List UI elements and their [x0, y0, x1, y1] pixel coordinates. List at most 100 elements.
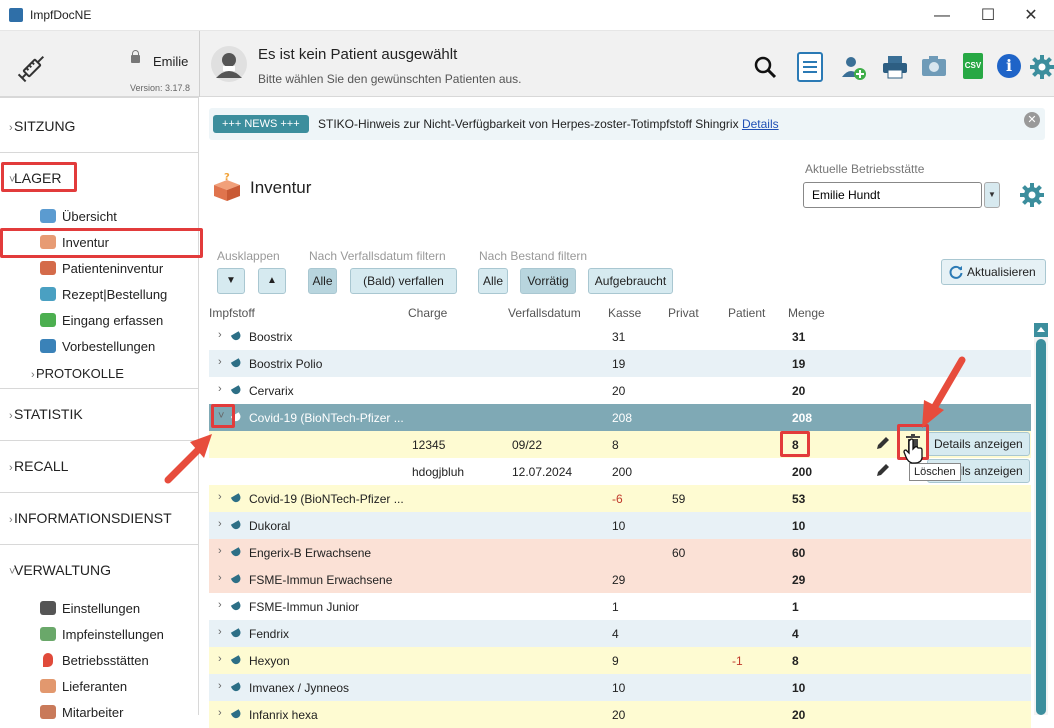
document-icon[interactable] — [797, 52, 823, 82]
column-menge[interactable]: Menge — [788, 306, 825, 320]
scroll-up-icon[interactable] — [1034, 323, 1048, 337]
column-impfstoff[interactable]: Impfstoff — [209, 306, 255, 320]
sidebar-item-mitarbeiter[interactable]: Mitarbeiter — [40, 704, 123, 722]
printer-icon[interactable] — [882, 55, 908, 79]
sidebar-section-protokolle[interactable]: ›PROTOKOLLE — [22, 366, 221, 381]
sidebar-item-rezept-bestellung[interactable]: Rezept|Bestellung — [40, 286, 167, 304]
expand-chevron-icon[interactable]: › — [218, 680, 222, 692]
scrollbar-thumb[interactable] — [1036, 339, 1046, 715]
menge-cell: 200 — [792, 465, 813, 479]
table-row[interactable]: › FSME-Immun Junior 1 1 — [209, 593, 1031, 620]
csv-icon[interactable]: CSV — [963, 53, 983, 79]
news-close-icon[interactable]: ✕ — [1024, 112, 1040, 128]
expand-chevron-icon[interactable]: › — [218, 572, 222, 584]
chevron-up-icon: ▲ — [267, 275, 277, 286]
sidebar-item-einstellungen[interactable]: Einstellungen — [40, 600, 140, 618]
sidebar-item-vorbestellungen[interactable]: Vorbestellungen — [40, 338, 155, 356]
bestand-vorraetig-button[interactable]: Vorrätig — [520, 268, 576, 294]
expand-chevron-icon[interactable]: › — [218, 545, 222, 557]
location-pin-icon — [43, 653, 53, 667]
sidebar-item-patienteninventur[interactable]: Patienteninventur — [40, 260, 163, 278]
column-kasse[interactable]: Kasse — [608, 306, 641, 320]
table-row[interactable]: › Dukoral 10 10 — [209, 512, 1031, 539]
window-title: ImpfDocNE — [30, 8, 92, 22]
expand-all-button[interactable]: ▲ — [258, 268, 286, 294]
sidebar-item-betriebsstaetten[interactable]: Betriebsstätten — [40, 652, 149, 670]
kasse-cell: 29 — [612, 573, 626, 587]
vaccine-name: Boostrix — [249, 330, 293, 344]
sidebar-item-eingang-erfassen[interactable]: Eingang erfassen — [40, 312, 163, 330]
kasse-cell: 10 — [612, 681, 626, 695]
menge-cell: 10 — [792, 519, 806, 533]
table-row[interactable]: › Boostrix 31 31 — [209, 323, 1031, 350]
highlight-inventur — [0, 228, 203, 258]
sidebar-separator — [0, 152, 199, 153]
details-button[interactable]: Details anzeigen — [927, 432, 1030, 456]
inventory-box-icon: ? — [214, 172, 240, 201]
settings-gear-icon[interactable] — [1020, 183, 1044, 207]
delete-tooltip: Löschen — [909, 463, 961, 481]
expand-chevron-icon[interactable]: › — [218, 356, 222, 368]
verfall-alle-button[interactable]: Alle — [308, 268, 337, 294]
camera-icon[interactable] — [921, 55, 947, 77]
sidebar-section-informationsdienst[interactable]: ›INFORMATIONSDIENST — [0, 510, 199, 526]
table-scrollbar[interactable] — [1034, 323, 1048, 715]
minimize-button[interactable]: — — [919, 2, 965, 29]
expand-chevron-icon[interactable]: › — [218, 329, 222, 341]
expand-chevron-icon[interactable]: › — [218, 626, 222, 638]
gear-icon[interactable] — [1030, 55, 1054, 79]
kasse-cell: 19 — [612, 357, 626, 371]
info-icon[interactable]: i — [997, 54, 1021, 78]
close-button[interactable]: ✕ — [1008, 2, 1054, 29]
kasse-cell: 10 — [612, 519, 626, 533]
patient-avatar-icon — [211, 46, 247, 82]
charge-cell: 12345 — [412, 438, 446, 452]
refresh-button[interactable]: Aktualisieren — [941, 259, 1046, 285]
expand-chevron-icon[interactable]: › — [218, 599, 222, 611]
chevron-down-icon[interactable]: ▼ — [984, 182, 1000, 208]
maximize-button[interactable]: ☐ — [965, 2, 1011, 29]
vaccine-icon — [230, 520, 243, 531]
menge-cell: 208 — [792, 411, 813, 425]
expand-chevron-icon[interactable]: › — [218, 383, 222, 395]
verfall-bald-button[interactable]: (Bald) verfallen — [350, 268, 457, 294]
search-icon[interactable] — [753, 55, 777, 79]
bestand-aufgebraucht-button[interactable]: Aufgebraucht — [588, 268, 673, 294]
sidebar-item-impfeinstellungen[interactable]: Impfeinstellungen — [40, 626, 164, 644]
tools-icon — [40, 601, 56, 615]
expand-chevron-icon[interactable]: › — [218, 653, 222, 665]
hand-cursor-icon — [903, 438, 923, 464]
column-privat[interactable]: Privat — [668, 306, 699, 320]
column-charge[interactable]: Charge — [408, 306, 447, 320]
vaccine-name: Dukoral — [249, 519, 291, 533]
expand-chevron-icon[interactable]: › — [218, 491, 222, 503]
table-row[interactable]: › Imvanex / Jynneos 10 10 — [209, 674, 1031, 701]
sidebar-section-verwaltung[interactable]: ˅VERWALTUNG — [0, 562, 199, 578]
table-row[interactable]: › Covid-19 (BioNTech-Pfizer ... -6 59 53 — [209, 485, 1031, 512]
table-row[interactable]: › Fendrix 4 4 — [209, 620, 1031, 647]
table-row[interactable]: › Engerix-B Erwachsene 60 60 — [209, 539, 1031, 566]
column-patient[interactable]: Patient — [728, 306, 765, 320]
privat-cell: 60 — [672, 546, 686, 560]
annotation-arrow-icon — [164, 434, 212, 484]
bestand-alle-button[interactable]: Alle — [478, 268, 508, 294]
table-row[interactable]: › FSME-Immun Erwachsene 29 29 — [209, 566, 1031, 593]
betriebsstaette-select[interactable] — [803, 182, 982, 208]
add-patient-icon[interactable] — [841, 55, 867, 81]
sidebar-section-statistik[interactable]: ›STATISTIK — [0, 406, 199, 422]
news-details-link[interactable]: Details — [742, 117, 779, 131]
edit-pencil-icon[interactable] — [875, 462, 891, 478]
table-row[interactable]: › Cervarix 20 20 — [209, 377, 1031, 404]
collapse-all-button[interactable]: ▼ — [217, 268, 245, 294]
table-row[interactable]: › Boostrix Polio 19 19 — [209, 350, 1031, 377]
sidebar-section-sitzung[interactable]: ›SITZUNG — [0, 118, 199, 134]
header-divider — [199, 31, 200, 97]
sidebar-item-uebersicht[interactable]: Übersicht — [40, 208, 117, 226]
version-label: Version: 3.17.8 — [130, 83, 191, 93]
expand-chevron-icon[interactable]: › — [218, 707, 222, 719]
expand-chevron-icon[interactable]: › — [218, 518, 222, 530]
column-verfallsdatum[interactable]: Verfallsdatum — [508, 306, 581, 320]
sidebar-item-lieferanten[interactable]: Lieferanten — [40, 678, 127, 696]
edit-pencil-icon[interactable] — [875, 435, 891, 451]
table-row[interactable]: › Hexyon 9 -1 8 — [209, 647, 1031, 674]
